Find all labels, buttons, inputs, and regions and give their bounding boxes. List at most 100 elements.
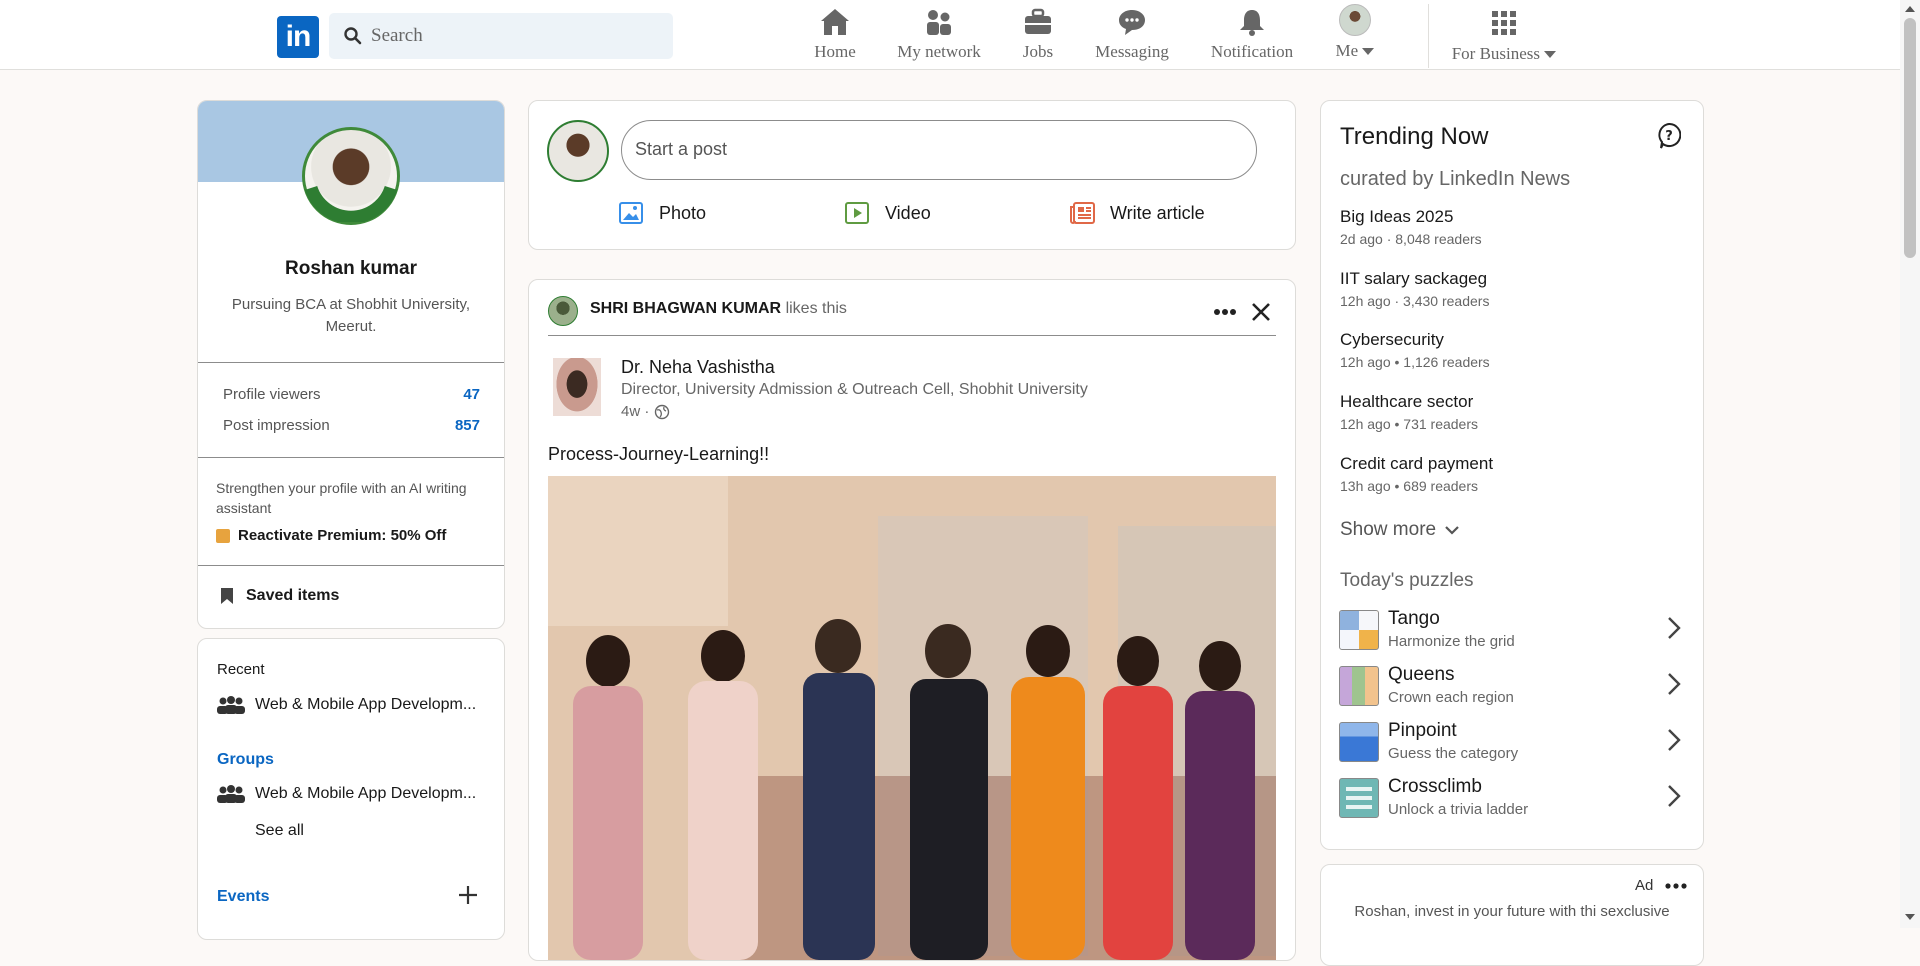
events-link[interactable]: Events	[217, 888, 269, 906]
author-title: Director, University Admission & Outreac…	[621, 381, 1088, 398]
post-time: 4w ·	[621, 403, 670, 420]
nav-jobs-label: Jobs	[1022, 42, 1054, 61]
more-options-icon[interactable]	[1213, 308, 1237, 316]
grid-apps-icon	[1492, 11, 1516, 35]
ad-label: Ad	[1635, 877, 1654, 894]
caret-down-icon	[1544, 51, 1557, 58]
premium-icon	[216, 528, 230, 543]
search-input[interactable]: Search	[329, 13, 673, 59]
nav-me-label: Me	[1335, 41, 1359, 60]
write-article-label: Write article	[1110, 202, 1205, 223]
author-avatar[interactable]	[553, 358, 601, 416]
nav-jobs[interactable]: Jobs	[1018, 4, 1058, 62]
more-options-icon[interactable]	[1665, 883, 1687, 889]
scrollbar-thumb[interactable]	[1904, 18, 1916, 258]
composer-avatar[interactable]	[547, 120, 609, 182]
profile-headline: Pursuing BCA at Shobhit University, Meer…	[231, 296, 471, 335]
show-more-label: Show more	[1340, 519, 1437, 540]
video-button[interactable]: Video	[845, 201, 931, 225]
video-label: Video	[885, 202, 931, 223]
trending-item-meta: 12h ago • 731 readers	[1340, 416, 1479, 432]
top-nav-bar: in Search Home My network Jobs Messaging…	[0, 0, 1900, 70]
profile-card: Roshan kumar Pursuing BCA at Shobhit Uni…	[197, 100, 505, 629]
author-name[interactable]: Dr. Neha Vashistha	[621, 357, 775, 378]
reactivate-premium-link[interactable]: Reactivate Premium: 50% Off	[216, 527, 446, 544]
puzzle-name: Pinpoint	[1388, 720, 1457, 741]
trending-item-title: Cybersecurity	[1340, 330, 1444, 349]
ad-card: Ad Roshan, invest in your future with th…	[1320, 864, 1704, 966]
groups-link[interactable]: Groups	[217, 751, 274, 769]
nav-my-network[interactable]: My network	[894, 4, 984, 62]
divider	[198, 565, 504, 566]
nav-messaging[interactable]: Messaging	[1092, 4, 1172, 62]
divider	[198, 457, 504, 458]
nav-divider	[1428, 4, 1429, 68]
profile-name[interactable]: Roshan kumar	[198, 258, 504, 280]
puzzle-pinpoint[interactable]: Pinpoint Guess the category	[1339, 720, 1699, 764]
liker-name[interactable]: SHRI BHAGWAN KUMAR	[590, 300, 781, 317]
trending-item-meta: 12h ago • 1,126 readers	[1340, 354, 1490, 370]
svg-text:?: ?	[1665, 129, 1673, 144]
group-item-label: Web & Mobile App Developm...	[255, 785, 477, 802]
linkedin-logo[interactable]: in	[277, 16, 319, 58]
saved-items-label: Saved items	[246, 587, 340, 604]
start-post-input[interactable]: Start a post	[621, 120, 1257, 180]
puzzle-crossclimb[interactable]: Crossclimb Unlock a trivia ladder	[1339, 776, 1699, 820]
nav-for-business[interactable]: For Business	[1444, 4, 1564, 64]
briefcase-icon	[1025, 8, 1051, 34]
profile-photo[interactable]	[302, 127, 400, 225]
group-icon	[217, 785, 245, 803]
puzzle-desc: Harmonize the grid	[1388, 633, 1515, 650]
article-icon	[1070, 202, 1095, 224]
group-item[interactable]: Web & Mobile App Developm...	[217, 785, 476, 803]
trending-title: Trending Now	[1340, 123, 1489, 150]
saved-items-link[interactable]: Saved items	[220, 587, 339, 605]
people-icon	[927, 10, 951, 35]
post-composer-card: Start a post Photo Video Write article	[528, 100, 1296, 250]
liker-action: likes this	[785, 300, 847, 317]
photo-icon	[619, 202, 643, 224]
chevron-right-icon	[1668, 617, 1681, 639]
write-article-button[interactable]: Write article	[1070, 201, 1205, 225]
close-icon[interactable]	[1251, 302, 1271, 322]
trending-item[interactable]: Healthcare sector 12h ago • 731 readers	[1340, 392, 1478, 432]
trending-item-meta: 12h ago · 3,430 readers	[1340, 293, 1490, 309]
trending-item[interactable]: IIT salary sackageg 12h ago · 3,430 read…	[1340, 269, 1489, 309]
puzzle-name: Tango	[1388, 608, 1440, 629]
see-all-link[interactable]: See all	[255, 822, 304, 840]
trending-item-title: Healthcare sector	[1340, 392, 1474, 411]
trending-item[interactable]: Big Ideas 2025 2d ago · 8,048 readers	[1340, 207, 1482, 247]
ad-text: Roshan, invest in your future with thi s…	[1354, 903, 1670, 920]
recent-item[interactable]: Web & Mobile App Developm...	[217, 696, 476, 714]
nav-home[interactable]: Home	[813, 4, 857, 62]
nav-notifications[interactable]: Notification	[1207, 4, 1297, 62]
recent-item-label: Web & Mobile App Developm...	[255, 696, 477, 713]
chevron-right-icon	[1668, 729, 1681, 751]
show-more-button[interactable]: Show more	[1340, 519, 1460, 541]
search-icon	[344, 27, 362, 45]
nav-my-network-label: My network	[897, 42, 981, 61]
stat-profile-viewers[interactable]: Profile viewers 47	[223, 386, 480, 403]
post-image[interactable]	[548, 476, 1276, 960]
page-scrollbar[interactable]	[1900, 0, 1920, 928]
add-event-icon[interactable]	[458, 885, 478, 905]
stat-post-impressions[interactable]: Post impression 857	[223, 417, 480, 434]
photo-button[interactable]: Photo	[619, 201, 706, 225]
liker-avatar[interactable]	[548, 296, 578, 326]
scroll-up-arrow-icon[interactable]	[1900, 2, 1920, 16]
nav-me[interactable]: Me	[1330, 4, 1380, 61]
puzzle-name: Crossclimb	[1388, 776, 1482, 797]
recent-heading: Recent	[217, 661, 265, 678]
scroll-down-arrow-icon[interactable]	[1900, 910, 1920, 924]
puzzle-queens[interactable]: Queens Crown each region	[1339, 664, 1699, 708]
bell-icon	[1240, 10, 1264, 36]
puzzle-tango[interactable]: Tango Harmonize the grid	[1339, 608, 1699, 652]
stat-value: 857	[454, 417, 480, 434]
home-icon	[821, 9, 849, 35]
trending-item[interactable]: Cybersecurity 12h ago • 1,126 readers	[1340, 330, 1490, 370]
post-text: Process-Journey-Learning!!	[548, 444, 770, 464]
help-icon[interactable]: ?	[1657, 123, 1681, 149]
group-photo	[548, 476, 1276, 960]
photo-label: Photo	[659, 202, 707, 223]
trending-item[interactable]: Credit card payment 13h ago • 689 reader…	[1340, 454, 1493, 494]
